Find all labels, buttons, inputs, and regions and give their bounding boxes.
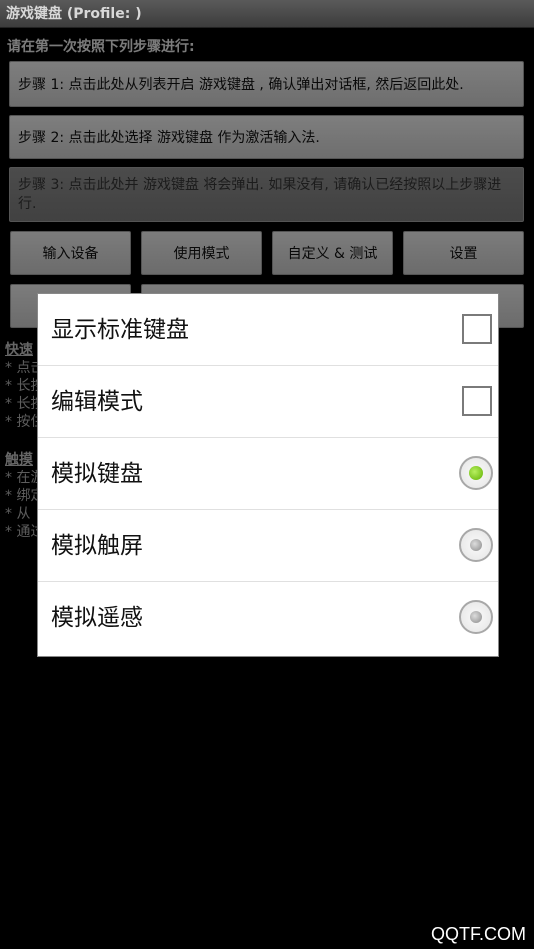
app-title-bar: 游戏键盘 (Profile: )	[0, 0, 534, 28]
option-label: 模拟触屏	[51, 533, 143, 559]
option-simulate-joystick[interactable]: 模拟遥感	[38, 582, 498, 654]
option-label: 显示标准键盘	[51, 317, 189, 343]
radio-dot	[469, 466, 483, 480]
option-label: 编辑模式	[51, 389, 143, 415]
checkbox-icon[interactable]	[462, 314, 492, 344]
option-show-standard-keyboard[interactable]: 显示标准键盘	[38, 294, 498, 366]
option-label: 模拟遥感	[51, 605, 143, 631]
option-label: 模拟键盘	[51, 461, 143, 487]
radio-dot	[470, 539, 482, 551]
checkbox-icon[interactable]	[462, 386, 492, 416]
option-simulate-keyboard[interactable]: 模拟键盘	[38, 438, 498, 510]
radio-unselected-icon[interactable]	[459, 528, 493, 562]
option-simulate-touchscreen[interactable]: 模拟触屏	[38, 510, 498, 582]
radio-selected-icon[interactable]	[459, 456, 493, 490]
watermark: QQTF.COM	[431, 924, 526, 944]
option-edit-mode[interactable]: 编辑模式	[38, 366, 498, 438]
mode-dialog: 显示标准键盘 编辑模式 模拟键盘 模拟触屏 模拟遥感	[37, 293, 499, 657]
radio-unselected-icon[interactable]	[459, 600, 493, 634]
radio-dot	[470, 611, 482, 623]
